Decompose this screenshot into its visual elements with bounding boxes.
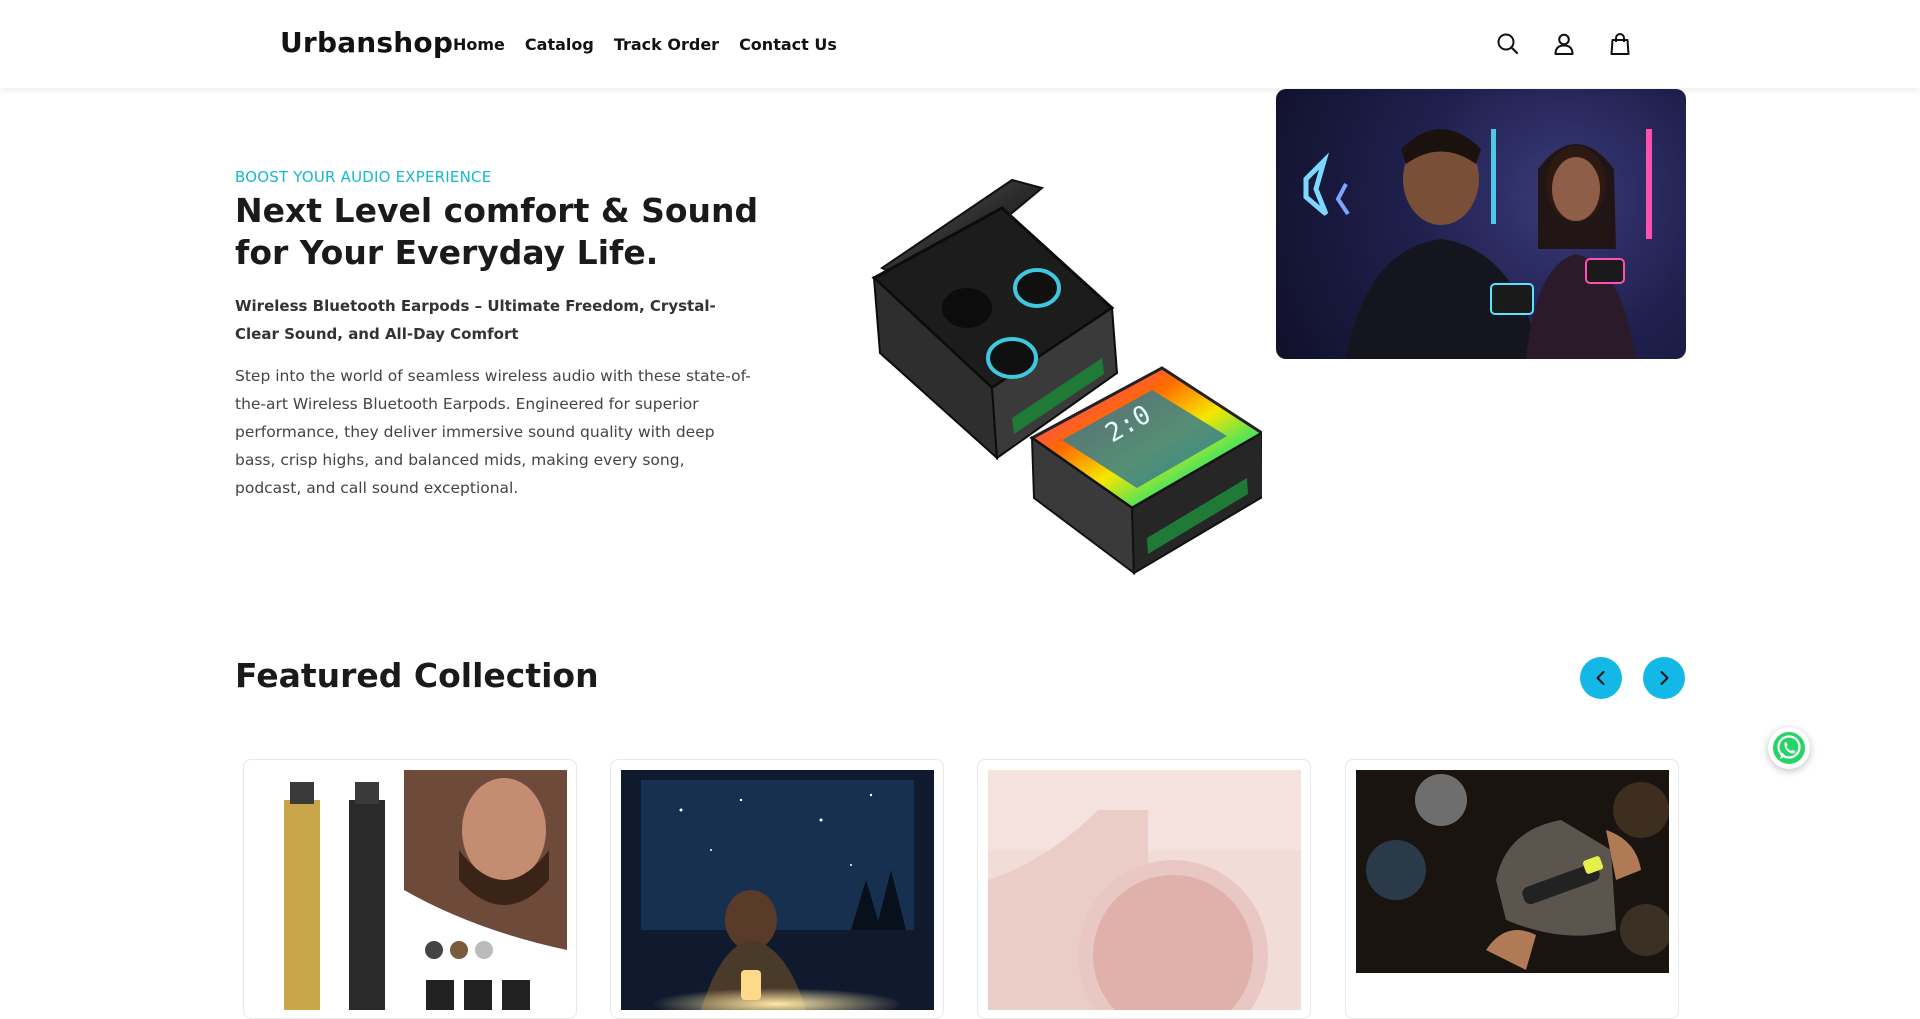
search-icon[interactable] (1495, 31, 1521, 57)
hero-eyebrow: BOOST YOUR AUDIO EXPERIENCE (235, 168, 492, 186)
product-card[interactable] (243, 759, 577, 1019)
trimmer-product-image (254, 770, 567, 1010)
site-logo[interactable]: Urbanshop (280, 26, 453, 59)
hero-description: Step into the world of seamless wireless… (235, 367, 751, 497)
nav-home[interactable]: Home (453, 35, 505, 54)
main-nav: Home Catalog Track Order Contact Us (453, 35, 837, 54)
pink-product-image (988, 770, 1301, 1010)
site-header: Urbanshop Home Catalog Track Order Conta… (0, 0, 1920, 88)
hero-subtitle: Wireless Bluetooth Earpods – Ultimate Fr… (235, 297, 716, 343)
nav-contact-us[interactable]: Contact Us (739, 35, 837, 54)
earpods-product-image: 2:0 (862, 178, 1266, 578)
product-card[interactable] (977, 759, 1311, 1019)
lantern-product-image (621, 770, 934, 1010)
carousel-prev-button[interactable] (1580, 657, 1622, 699)
carousel-next-button[interactable] (1643, 657, 1685, 699)
nav-catalog[interactable]: Catalog (525, 35, 594, 54)
cart-icon[interactable] (1607, 31, 1633, 57)
product-card[interactable] (610, 759, 944, 1019)
whatsapp-chat-button[interactable] (1768, 727, 1810, 769)
flashlight-product-image (1356, 770, 1669, 1010)
chevron-left-icon (1596, 671, 1605, 685)
nav-track-order[interactable]: Track Order (614, 35, 719, 54)
featured-collection-title: Featured Collection (235, 656, 599, 695)
hero-title: Next Level comfort & Sound for Your Ever… (235, 191, 759, 272)
product-card[interactable] (1345, 759, 1679, 1019)
account-icon[interactable] (1551, 31, 1577, 57)
hero-lifestyle-image (1276, 89, 1686, 359)
chevron-right-icon (1660, 671, 1669, 685)
whatsapp-icon (1773, 732, 1805, 764)
